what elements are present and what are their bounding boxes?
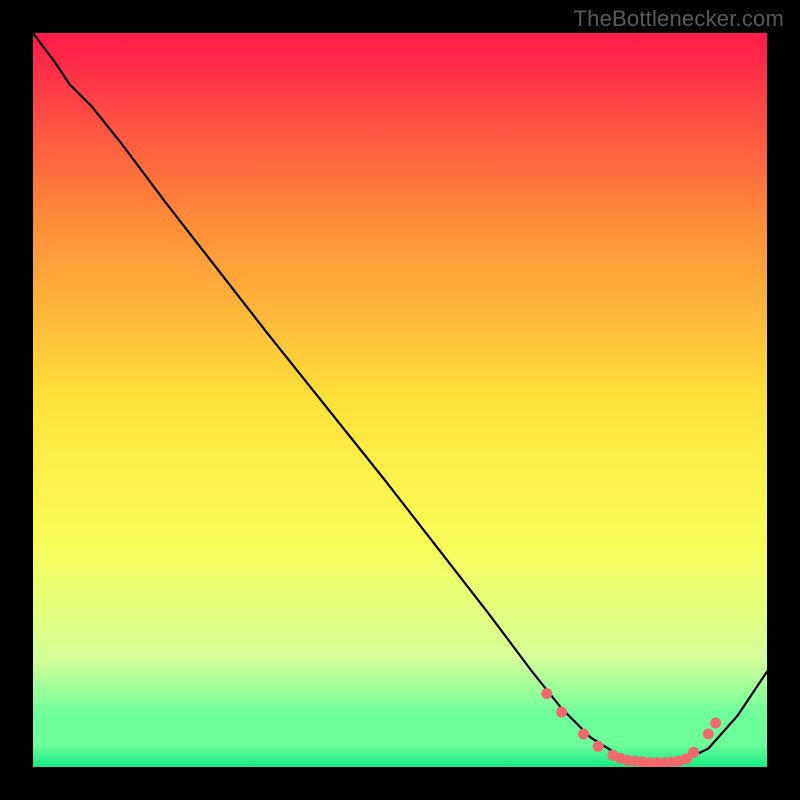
marker-dot [578,729,589,740]
chart-background [33,33,767,767]
chart-frame: TheBottlenecker.com [0,0,800,800]
marker-dot [710,718,721,729]
chart-plot [33,33,767,767]
marker-dot [688,747,699,758]
watermark-text: TheBottlenecker.com [574,6,784,32]
marker-dot [556,707,567,718]
marker-dot [541,688,552,699]
marker-dot [703,729,714,740]
marker-dot [593,741,604,752]
